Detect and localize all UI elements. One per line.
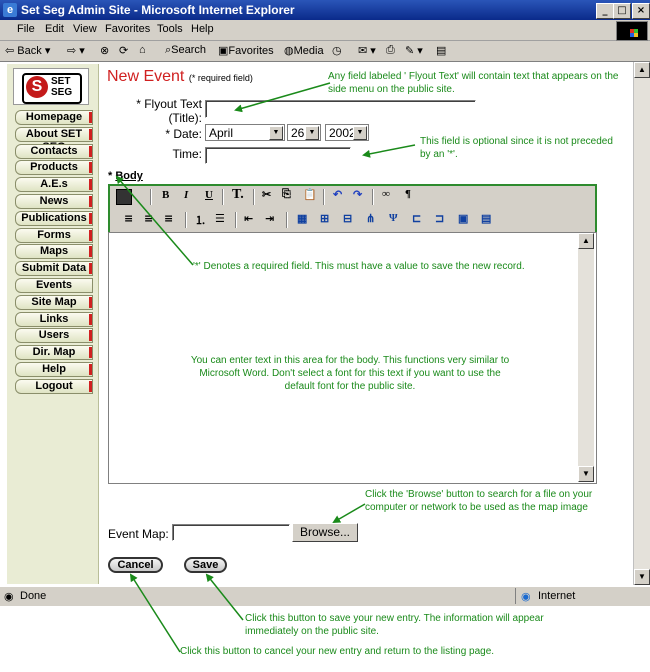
arrow-to-save bbox=[205, 573, 244, 621]
arrow-to-time bbox=[362, 144, 416, 158]
arrow-to-flyout bbox=[234, 82, 331, 113]
arrow-to-body-star bbox=[115, 175, 194, 266]
arrow-to-cancel bbox=[129, 573, 181, 653]
arrow-to-browse bbox=[332, 503, 366, 524]
annotation-arrows bbox=[115, 82, 416, 653]
